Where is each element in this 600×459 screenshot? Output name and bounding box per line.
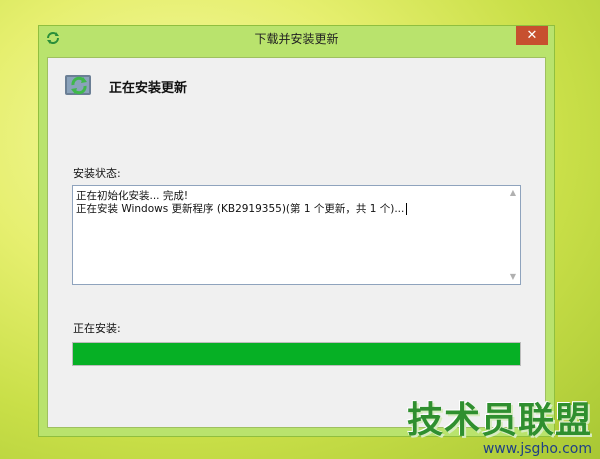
progress-fill bbox=[73, 343, 520, 365]
scroll-up-icon[interactable]: ▲ bbox=[506, 186, 520, 200]
windows-update-icon bbox=[65, 75, 91, 95]
page-title: 正在安装更新 bbox=[109, 81, 188, 96]
text-caret bbox=[406, 203, 408, 215]
update-window: 下载并安装更新 ✕ 正在安装更新 安装状态: 正在初始化安装... 完成! 正在… bbox=[38, 25, 555, 437]
status-line: 正在安装 Windows 更新程序 (KB2919355)(第 1 个更新，共 … bbox=[76, 203, 405, 215]
title-bar[interactable]: 下载并安装更新 ✕ bbox=[39, 26, 554, 50]
window-title: 下载并安装更新 bbox=[254, 32, 339, 46]
progress-label: 正在安装: bbox=[73, 322, 121, 335]
close-button[interactable]: ✕ bbox=[516, 26, 548, 45]
status-label: 安装状态: bbox=[73, 167, 121, 180]
status-line: 正在初始化安装... 完成! bbox=[76, 190, 189, 202]
scroll-down-icon[interactable]: ▼ bbox=[506, 270, 520, 284]
status-log[interactable]: 正在初始化安装... 完成! 正在安装 Windows 更新程序 (KB2919… bbox=[72, 185, 521, 285]
watermark-brand: 技术员联盟 bbox=[406, 400, 592, 441]
vertical-scrollbar[interactable]: ▲ ▼ bbox=[506, 186, 520, 284]
watermark: 技术员联盟 www.jsgho.com bbox=[406, 400, 592, 458]
watermark-site: www.jsgho.com bbox=[482, 441, 592, 457]
dialog-content: 正在安装更新 安装状态: 正在初始化安装... 完成! 正在安装 Windows… bbox=[47, 57, 546, 428]
install-progress-bar bbox=[72, 342, 521, 366]
